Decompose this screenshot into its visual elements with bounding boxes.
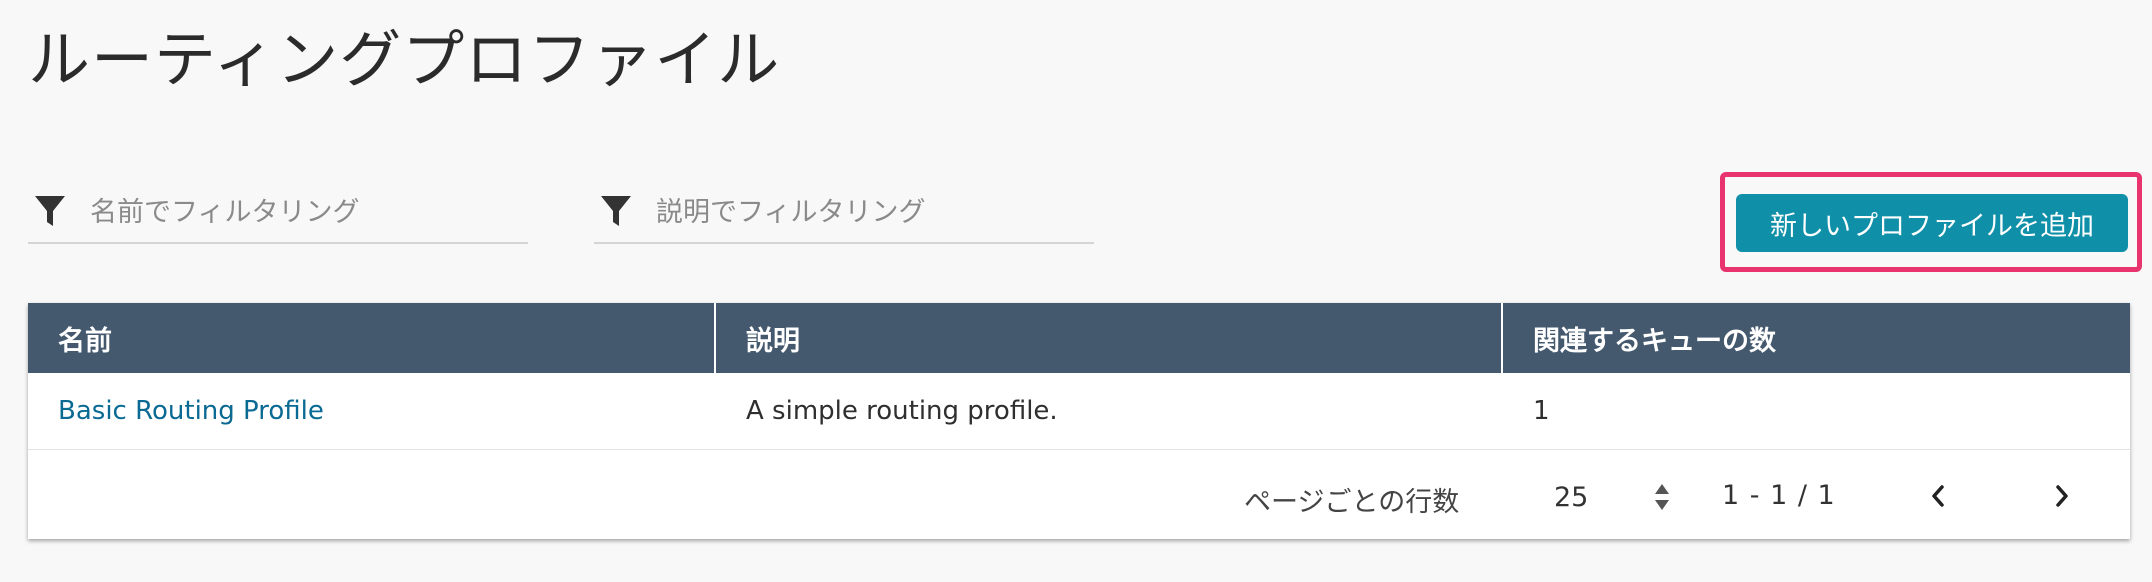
table-row: Basic Routing Profile A simple routing p…	[28, 373, 2130, 450]
filter-icon	[30, 192, 70, 232]
rows-per-page-select[interactable]: 25	[1548, 474, 1688, 520]
previous-page-button[interactable]	[1920, 478, 1956, 514]
chevron-left-icon	[1932, 485, 1944, 507]
name-filter	[28, 182, 528, 244]
column-header-description[interactable]: 説明	[716, 303, 1503, 373]
sort-updown-icon	[1652, 482, 1672, 512]
description-filter	[594, 182, 1094, 244]
pagination: ページごとの行数 25 1 - 1 / 1	[28, 450, 2130, 539]
column-header-queue-count[interactable]: 関連するキューの数	[1503, 303, 2130, 373]
profile-name-link[interactable]: Basic Routing Profile	[58, 396, 324, 426]
next-page-button[interactable]	[2044, 478, 2080, 514]
add-new-profile-button[interactable]: 新しいプロファイルを追加	[1736, 194, 2128, 252]
row-description-cell: A simple routing profile.	[746, 396, 1058, 426]
row-name-cell: Basic Routing Profile	[28, 373, 716, 449]
column-header-name[interactable]: 名前	[28, 303, 716, 373]
page-title: ルーティングプロファイル	[28, 23, 781, 96]
rows-per-page-label: ページごとの行数	[1244, 487, 1460, 518]
page-range: 1 - 1 / 1	[1722, 480, 1836, 511]
name-filter-input[interactable]	[90, 196, 510, 228]
routing-profiles-table: 名前 説明 関連するキューの数 Basic Routing Profile A …	[28, 303, 2130, 539]
routing-profiles-page: ルーティングプロファイル 新しいプロファイルを追加 名前 説明 関連するキューの…	[0, 0, 2152, 582]
description-filter-input[interactable]	[656, 196, 1076, 228]
row-queue-count-cell: 1	[1533, 396, 1550, 426]
chevron-right-icon	[2056, 485, 2068, 507]
table-header: 名前 説明 関連するキューの数	[28, 303, 2130, 373]
rows-per-page-value: 25	[1554, 481, 1589, 513]
filter-icon	[596, 192, 636, 232]
